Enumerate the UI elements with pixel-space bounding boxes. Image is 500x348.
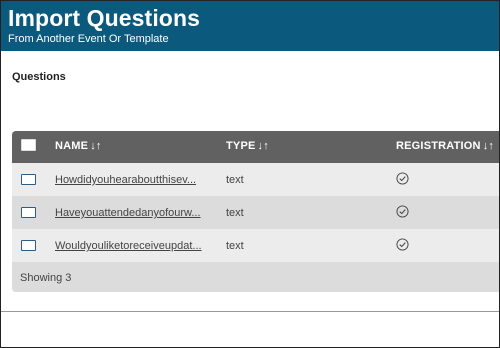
page-subtitle: From Another Event Or Template — [8, 33, 169, 45]
header-bar: Import Questions From Another Event Or T… — [1, 1, 499, 51]
question-name-link[interactable]: Howdidyouhearaboutthisev... — [55, 174, 205, 186]
row-count: Showing 3 — [20, 272, 72, 284]
sort-icon[interactable]: ↓↑ — [258, 140, 269, 152]
page-title: Import Questions — [8, 5, 201, 31]
row-checkbox[interactable] — [21, 240, 36, 251]
table-row: Howdidyouhearaboutthisev... text — [12, 163, 499, 196]
check-circle-icon — [396, 238, 409, 251]
dialog: Import Questions From Another Event Or T… — [0, 0, 500, 348]
table-footer: Showing 3 — [12, 264, 499, 292]
question-type: text — [226, 240, 244, 252]
question-name-link[interactable]: Wouldyouliketoreceiveupdat... — [55, 240, 205, 252]
select-all-checkbox[interactable] — [21, 139, 36, 151]
column-label: NAME — [55, 140, 89, 152]
sort-icon[interactable]: ↓↑ — [483, 140, 494, 152]
section-label: Questions — [12, 71, 66, 83]
question-type: text — [226, 207, 244, 219]
row-checkbox[interactable] — [21, 207, 36, 218]
table-row: Haveyouattendedanyofourw... text — [12, 196, 499, 229]
column-header-type[interactable]: TYPE ↓↑ — [226, 140, 269, 152]
table-row: Wouldyouliketoreceiveupdat... text — [12, 229, 499, 262]
questions-table: NAME ↓↑ TYPE ↓↑ REGISTRATION ↓↑ Howdidyouhe… — [12, 131, 499, 292]
sort-icon[interactable]: ↓↑ — [90, 140, 101, 152]
row-checkbox[interactable] — [21, 174, 36, 185]
column-header-registration[interactable]: REGISTRATION ↓↑ — [396, 140, 494, 152]
check-circle-icon — [396, 205, 409, 218]
question-name-link[interactable]: Haveyouattendedanyofourw... — [55, 207, 205, 219]
divider — [1, 311, 499, 312]
table-header: NAME ↓↑ TYPE ↓↑ REGISTRATION ↓↑ — [12, 131, 499, 163]
question-type: text — [226, 174, 244, 186]
column-label: REGISTRATION — [396, 140, 481, 152]
column-label: TYPE — [226, 140, 256, 152]
column-header-name[interactable]: NAME ↓↑ — [55, 140, 102, 152]
check-circle-icon — [396, 172, 409, 185]
